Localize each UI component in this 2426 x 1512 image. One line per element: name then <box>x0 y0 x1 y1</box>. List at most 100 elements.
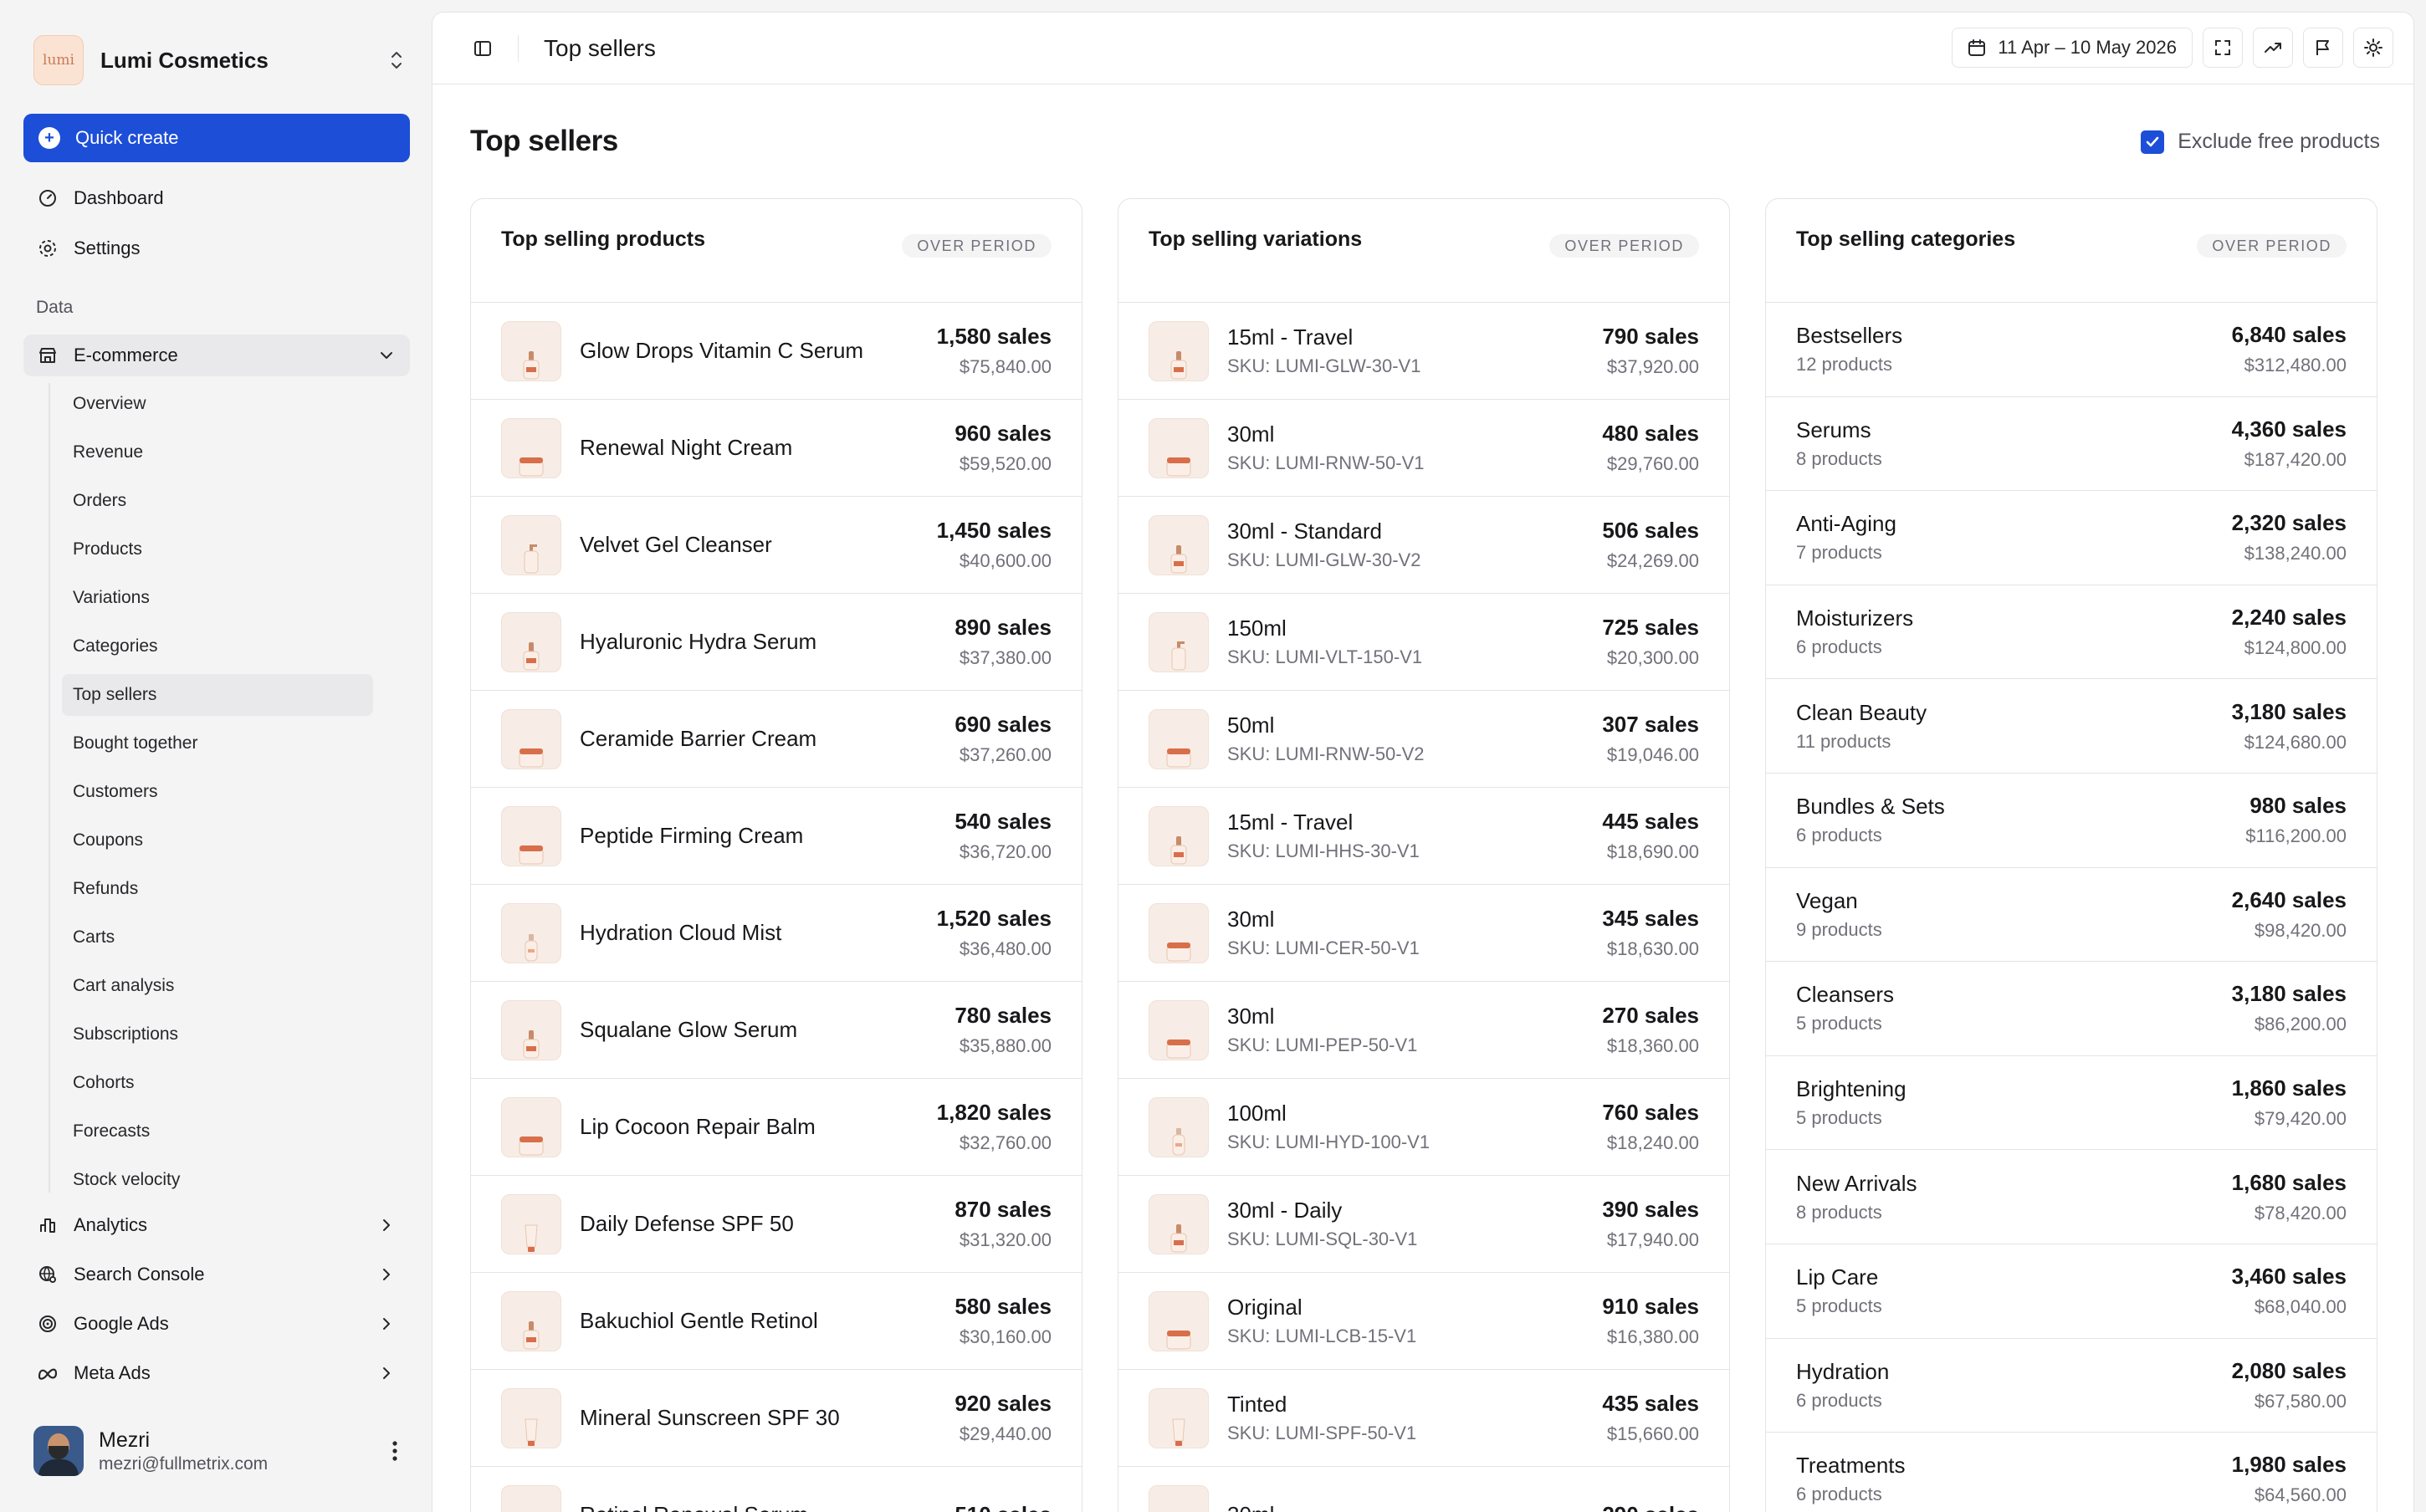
category-row[interactable]: Bestsellers 12 products 6,840 sales $312,48… <box>1766 303 2377 397</box>
variation-row[interactable]: Tinted SKU: LUMI-SPF-50-V1 435 sales $15,66… <box>1118 1370 1729 1467</box>
row-name: 30ml <box>1227 421 1275 447</box>
row-revenue: $37,260.00 <box>959 744 1052 765</box>
brand-name: Lumi Cosmetics <box>100 47 269 73</box>
trend-button[interactable] <box>2253 28 2293 68</box>
variation-row[interactable]: 15ml - Travel SKU: LUMI-HHS-30-V1 445 sale… <box>1118 788 1729 885</box>
date-range-picker[interactable]: 11 Apr – 10 May 2026 <box>1952 28 2193 68</box>
sidebar-item-refunds[interactable]: Refunds <box>62 868 373 910</box>
product-row[interactable]: Mineral Sunscreen SPF 30 920 sales $29,440… <box>471 1370 1082 1467</box>
variation-row[interactable]: 30ml - Standard SKU: LUMI-GLW-30-V2 506 sa… <box>1118 497 1729 594</box>
row-name: New Arrivals <box>1796 1170 1917 1196</box>
variation-row[interactable]: 30ml SKU: LUMI-RNW-50-V1 480 sales $29,760.… <box>1118 400 1729 497</box>
product-row[interactable]: Ceramide Barrier Cream 690 sales $37,260.0… <box>471 691 1082 788</box>
category-row[interactable]: Bundles & Sets 6 products 980 sales $116,20… <box>1766 774 2377 868</box>
sidebar-item-cohorts[interactable]: Cohorts <box>62 1062 373 1104</box>
row-revenue: $36,720.00 <box>959 841 1052 862</box>
variation-row[interactable]: 30ml SKU: LUMI-CER-50-V1 345 sales $18,630.… <box>1118 885 1729 982</box>
nav-item-meta-ads[interactable]: Meta Ads <box>23 1352 410 1394</box>
product-row[interactable]: Retinol Renewal Serum510 sales <box>471 1467 1082 1512</box>
nav-item-dashboard[interactable]: Dashboard <box>23 177 410 219</box>
exclude-free-toggle[interactable]: Exclude free products <box>2141 130 2380 154</box>
sidebar-item-overview[interactable]: Overview <box>62 383 373 425</box>
sidebar-item-bought-together[interactable]: Bought together <box>62 723 373 764</box>
variation-row[interactable]: 50ml SKU: LUMI-RNW-50-V2 307 sales $19,046.… <box>1118 691 1729 788</box>
product-row[interactable]: Bakuchiol Gentle Retinol 580 sales $30,160… <box>471 1273 1082 1370</box>
category-row[interactable]: Hydration 6 products 2,080 sales $67,580.00 <box>1766 1339 2377 1433</box>
sidebar-item-stock-velocity[interactable]: Stock velocity <box>62 1159 373 1201</box>
variation-row[interactable]: Original SKU: LUMI-LCB-15-V1 910 sales $16,… <box>1118 1273 1729 1370</box>
product-row[interactable]: Squalane Glow Serum 780 sales $35,880.00 <box>471 982 1082 1079</box>
sidebar-item-top-sellers[interactable]: Top sellers <box>62 674 373 716</box>
nav-item-settings[interactable]: Settings <box>23 227 410 269</box>
product-row[interactable]: Peptide Firming Cream 540 sales $36,720.00 <box>471 788 1082 885</box>
sidebar-item-categories[interactable]: Categories <box>62 626 373 667</box>
sidebar-toggle-icon[interactable] <box>473 38 493 59</box>
sidebar-item-cart-analysis[interactable]: Cart analysis <box>62 965 373 1007</box>
row-revenue: $18,690.00 <box>1606 841 1699 862</box>
sidebar-item-products[interactable]: Products <box>62 529 373 570</box>
nav-group-ecommerce[interactable]: E-commerce <box>23 335 410 376</box>
product-row[interactable]: Velvet Gel Cleanser 1,450 sales $40,600.00 <box>471 497 1082 594</box>
variation-row[interactable]: 150ml SKU: LUMI-VLT-150-V1 725 sales $20,30… <box>1118 594 1729 691</box>
category-row[interactable]: Cleansers 5 products 3,180 sales $86,200.00 <box>1766 962 2377 1056</box>
fullscreen-button[interactable] <box>2203 28 2243 68</box>
row-revenue: $37,920.00 <box>1606 356 1699 377</box>
exclude-free-checkbox[interactable] <box>2141 130 2165 154</box>
exclude-free-label: Exclude free products <box>2178 130 2380 153</box>
sidebar-item-carts[interactable]: Carts <box>62 917 373 958</box>
product-row[interactable]: Daily Defense SPF 50 870 sales $31,320.00 <box>471 1176 1082 1273</box>
row-name: Hydration Cloud Mist <box>580 920 782 945</box>
product-thumbnail <box>1149 1484 1209 1512</box>
category-row[interactable]: Treatments 6 products 1,980 sales $64,560.0… <box>1766 1433 2377 1512</box>
nav-item-search-console[interactable]: Search Console <box>23 1254 410 1295</box>
row-revenue: $17,940.00 <box>1606 1229 1699 1250</box>
category-row[interactable]: Anti-Aging 7 products 2,320 sales $138,240.… <box>1766 491 2377 585</box>
row-name: 15ml - Travel <box>1227 324 1354 350</box>
category-row[interactable]: Clean Beauty 11 products 3,180 sales $124,6… <box>1766 679 2377 774</box>
variation-row[interactable]: 30ml SKU: LUMI-PEP-50-V1 270 sales $18,360.… <box>1118 982 1729 1079</box>
nav-item-google-ads[interactable]: Google Ads <box>23 1303 410 1345</box>
sidebar-item-orders[interactable]: Orders <box>62 480 373 522</box>
row-sales: 1,860 sales <box>2231 1075 2347 1101</box>
row-sku: SKU: LUMI-HHS-30-V1 <box>1227 840 1420 861</box>
row-product-count: 8 products <box>1796 447 1882 469</box>
row-name: Squalane Glow Serum <box>580 1017 798 1042</box>
sidebar-item-customers[interactable]: Customers <box>62 771 373 813</box>
category-row[interactable]: Brightening 5 products 1,860 sales $79,420.… <box>1766 1056 2377 1151</box>
variation-row[interactable]: 100ml SKU: LUMI-HYD-100-V1 760 sales $18,24… <box>1118 1079 1729 1176</box>
category-row[interactable]: Vegan 9 products 2,640 sales $98,420.00 <box>1766 868 2377 963</box>
sidebar-item-coupons[interactable]: Coupons <box>62 820 373 861</box>
row-name: Bundles & Sets <box>1796 794 1945 820</box>
more-vertical-icon[interactable] <box>392 1440 398 1462</box>
product-row[interactable]: Hyaluronic Hydra Serum 890 sales $37,380.0… <box>471 594 1082 691</box>
row-sales: 480 sales <box>1602 421 1699 446</box>
product-row[interactable]: Renewal Night Cream 960 sales $59,520.00 <box>471 400 1082 497</box>
row-sales: 580 sales <box>955 1294 1052 1319</box>
variation-row[interactable]: 30ml290 sales <box>1118 1467 1729 1512</box>
category-row[interactable]: Serums 8 products 4,360 sales $187,420.00 <box>1766 397 2377 492</box>
variation-row[interactable]: 15ml - Travel SKU: LUMI-GLW-30-V1 790 sale… <box>1118 303 1729 400</box>
dashboard-icon <box>37 187 59 209</box>
product-row[interactable]: Lip Cocoon Repair Balm 1,820 sales $32,760… <box>471 1079 1082 1176</box>
flag-button[interactable] <box>2303 28 2343 68</box>
product-thumbnail <box>501 514 561 575</box>
category-row[interactable]: New Arrivals 8 products 1,680 sales $78,420… <box>1766 1150 2377 1244</box>
product-row[interactable]: Hydration Cloud Mist 1,520 sales $36,480.0… <box>471 885 1082 982</box>
sidebar-item-variations[interactable]: Variations <box>62 577 373 619</box>
nav-item-analytics[interactable]: Analytics <box>23 1204 410 1246</box>
nav-label: Google Ads <box>74 1313 169 1334</box>
divider <box>518 34 519 62</box>
sidebar-item-forecasts[interactable]: Forecasts <box>62 1111 373 1152</box>
sidebar-item-revenue[interactable]: Revenue <box>62 432 373 473</box>
variation-row[interactable]: 30ml - Daily SKU: LUMI-SQL-30-V1 390 sales… <box>1118 1176 1729 1273</box>
quick-create-button[interactable]: + Quick create <box>23 114 410 162</box>
theme-toggle-button[interactable] <box>2353 28 2393 68</box>
workspace-switcher[interactable]: lumi Lumi Cosmetics <box>33 33 407 87</box>
submenu-guide <box>49 383 50 1193</box>
category-row[interactable]: Moisturizers 6 products 2,240 sales $124,80… <box>1766 585 2377 680</box>
trending-up-icon <box>2265 43 2281 53</box>
product-row[interactable]: Glow Drops Vitamin C Serum 1,580 sales $75… <box>471 303 1082 400</box>
category-row[interactable]: Lip Care 5 products 3,460 sales $68,040.00 <box>1766 1244 2377 1339</box>
user-menu[interactable]: Mezri mezri@fullmetrix.com <box>33 1423 407 1479</box>
sidebar-item-subscriptions[interactable]: Subscriptions <box>62 1014 373 1055</box>
